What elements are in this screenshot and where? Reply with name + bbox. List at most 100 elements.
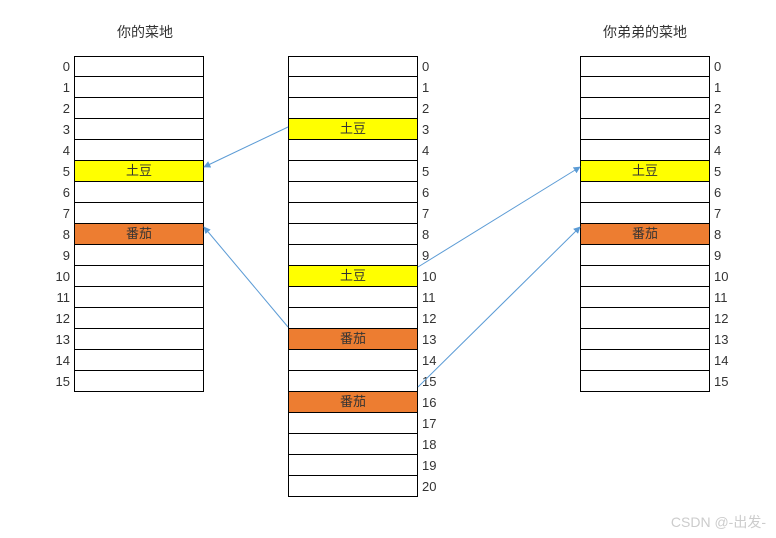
- table-row: 20: [288, 476, 442, 497]
- cell: [580, 118, 710, 140]
- table-row: 6: [580, 182, 734, 203]
- table-row: 14: [288, 350, 442, 371]
- row-index: 5: [710, 161, 734, 182]
- row-index: 3: [418, 119, 442, 140]
- left-title: 你的菜地: [80, 22, 210, 42]
- cell: [288, 223, 418, 245]
- row-index: 7: [418, 203, 442, 224]
- row-index: 18: [418, 434, 442, 455]
- cell: [74, 286, 204, 308]
- cell: [288, 139, 418, 161]
- table-row: 11: [50, 287, 204, 308]
- table-row: 3: [50, 119, 204, 140]
- table-row: 4: [580, 140, 734, 161]
- row-index: 0: [710, 56, 734, 77]
- row-index: 1: [710, 77, 734, 98]
- table-row: 4: [288, 140, 442, 161]
- table-row: 1: [50, 77, 204, 98]
- table-row: 7: [50, 203, 204, 224]
- row-index: 6: [710, 182, 734, 203]
- row-index: 13: [50, 329, 74, 350]
- row-index: 14: [710, 350, 734, 371]
- cell: 土豆: [74, 160, 204, 182]
- row-index: 11: [50, 287, 74, 308]
- arrow: [204, 127, 288, 167]
- table-row: 土豆3: [288, 119, 442, 140]
- table-row: 10: [580, 266, 734, 287]
- cell: [74, 349, 204, 371]
- cell: [288, 412, 418, 434]
- table-row: 7: [288, 203, 442, 224]
- table-row: 15: [580, 371, 734, 392]
- row-index: 11: [710, 287, 734, 308]
- table-row: 7: [580, 203, 734, 224]
- row-index: 14: [418, 350, 442, 371]
- cell: [288, 307, 418, 329]
- cell: [74, 328, 204, 350]
- row-index: 7: [710, 203, 734, 224]
- table-row: 10: [50, 266, 204, 287]
- row-index: 5: [50, 161, 74, 182]
- row-index: 8: [50, 224, 74, 245]
- row-index: 9: [418, 245, 442, 266]
- cell: [288, 454, 418, 476]
- row-index: 15: [710, 371, 734, 392]
- cell: [580, 307, 710, 329]
- row-index: 15: [50, 371, 74, 392]
- table-row: 8: [288, 224, 442, 245]
- arrow: [418, 227, 580, 387]
- cell: 土豆: [288, 265, 418, 287]
- cell: [74, 244, 204, 266]
- row-index: 10: [418, 266, 442, 287]
- table-row: 1: [288, 77, 442, 98]
- cell: [74, 181, 204, 203]
- cell: [580, 97, 710, 119]
- cell: [74, 76, 204, 98]
- row-index: 13: [710, 329, 734, 350]
- row-index: 5: [418, 161, 442, 182]
- row-index: 7: [50, 203, 74, 224]
- row-index: 9: [50, 245, 74, 266]
- table-row: 15: [50, 371, 204, 392]
- table-row: 6: [288, 182, 442, 203]
- cell: [74, 370, 204, 392]
- table-row: 6: [50, 182, 204, 203]
- row-index: 1: [418, 77, 442, 98]
- table-row: 12: [50, 308, 204, 329]
- cell: [74, 307, 204, 329]
- cell: 土豆: [580, 160, 710, 182]
- table-row: 13: [580, 329, 734, 350]
- table-row: 0: [580, 56, 734, 77]
- table-row: 3: [580, 119, 734, 140]
- row-index: 3: [710, 119, 734, 140]
- table-row: 19: [288, 455, 442, 476]
- table-row: 9: [288, 245, 442, 266]
- table-row: 4: [50, 140, 204, 161]
- row-index: 12: [50, 308, 74, 329]
- table-row: 2: [50, 98, 204, 119]
- row-index: 15: [418, 371, 442, 392]
- table-row: 13: [50, 329, 204, 350]
- table-row: 17: [288, 413, 442, 434]
- cell: [288, 181, 418, 203]
- cell: [288, 370, 418, 392]
- right-title: 你弟弟的菜地: [580, 22, 710, 42]
- table-row: 5土豆: [50, 161, 204, 182]
- table-row: 12: [580, 308, 734, 329]
- table-row: 2: [288, 98, 442, 119]
- row-index: 12: [418, 308, 442, 329]
- row-index: 17: [418, 413, 442, 434]
- row-index: 0: [418, 56, 442, 77]
- row-index: 6: [50, 182, 74, 203]
- cell: 番茄: [580, 223, 710, 245]
- row-index: 4: [710, 140, 734, 161]
- cell: [288, 160, 418, 182]
- cell: [580, 370, 710, 392]
- cell: [580, 349, 710, 371]
- table-row: 9: [50, 245, 204, 266]
- cell: 番茄: [288, 391, 418, 413]
- cell: [580, 328, 710, 350]
- table-row: 番茄13: [288, 329, 442, 350]
- table-row: 5: [288, 161, 442, 182]
- watermark: CSDN @-出发-: [671, 512, 766, 532]
